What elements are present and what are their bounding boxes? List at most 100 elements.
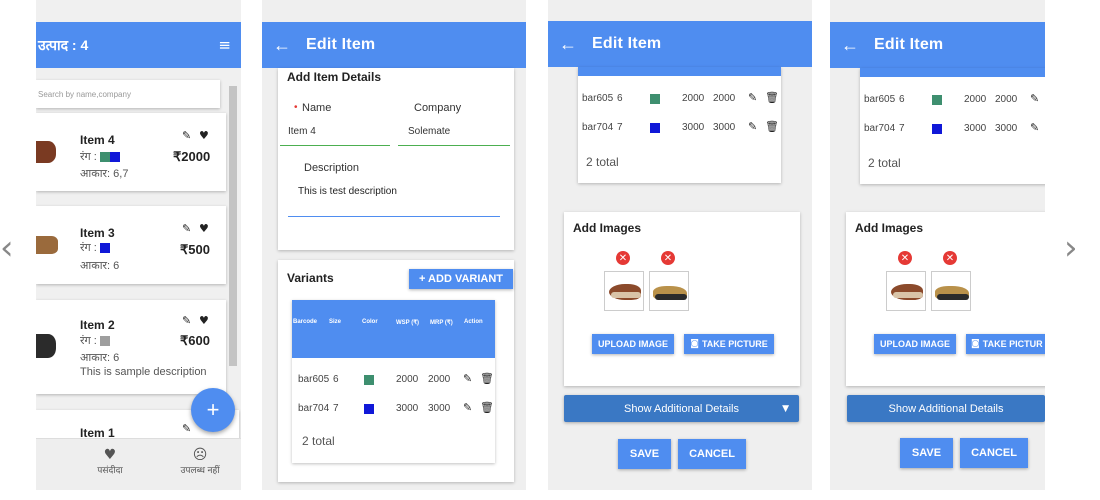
remove-image-icon[interactable]: ✕ bbox=[943, 251, 957, 265]
name-field[interactable]: Item 4 bbox=[288, 126, 316, 137]
item-price: ₹600 bbox=[180, 333, 210, 348]
carousel-next-icon[interactable]: › bbox=[1064, 228, 1078, 268]
item-colors: रंग : bbox=[80, 149, 120, 164]
search-box[interactable]: Search by name,company bbox=[36, 80, 220, 108]
variants-table: Barcode Size Color WSP (₹) MRP (₹) Actio… bbox=[292, 300, 495, 463]
edit-icon[interactable]: ✎ bbox=[463, 372, 472, 385]
list-item[interactable]: Item 2 रंग : आकार: 6 This is sample desc… bbox=[36, 300, 226, 394]
carousel-prev-icon[interactable]: ‹ bbox=[0, 228, 14, 268]
item-details-card: Add Item Details • Name Item 4 Company S… bbox=[278, 68, 514, 250]
cell-wsp: 2000 bbox=[682, 93, 705, 104]
add-images-card: Add Images ✕ ✕ UPLOAD IMAGE ◙ TAKE PICTUR… bbox=[564, 212, 800, 386]
add-images-title: Add Images bbox=[855, 221, 924, 235]
cell-mrp: 3000 bbox=[428, 403, 451, 414]
edit-icon[interactable]: ✎ bbox=[182, 222, 191, 235]
favorite-icon[interactable]: ♥ bbox=[199, 314, 209, 327]
header-mrp: MRP (₹) bbox=[430, 320, 453, 326]
delete-icon[interactable]: 🗑 bbox=[480, 372, 494, 385]
save-button[interactable]: SAVE bbox=[900, 438, 953, 468]
camera-icon: ◙ bbox=[690, 339, 699, 349]
company-field[interactable]: Solemate bbox=[408, 126, 450, 137]
cancel-button[interactable]: CANCEL bbox=[960, 438, 1028, 468]
variants-title: Variants bbox=[287, 271, 334, 285]
cancel-button[interactable]: CANCEL bbox=[678, 439, 746, 469]
camera-icon: ◙ bbox=[971, 339, 980, 349]
edit-icon[interactable]: ✎ bbox=[1030, 92, 1039, 105]
cell-wsp: 3000 bbox=[964, 123, 987, 134]
add-variant-button[interactable]: + ADD VARIANT bbox=[409, 269, 513, 289]
item-size: आकार: 6 bbox=[80, 260, 120, 272]
item-image bbox=[36, 141, 56, 163]
search-input[interactable]: Search by name,company bbox=[38, 90, 131, 99]
remove-image-icon[interactable]: ✕ bbox=[898, 251, 912, 265]
variants-card: Variants + ADD VARIANT Barcode Size Colo… bbox=[278, 260, 514, 482]
screen-edit-item-details: ← Edit Item Add Item Details • Name Item… bbox=[262, 0, 526, 490]
cell-color-swatch bbox=[650, 123, 660, 133]
list-item[interactable]: Item 3 रंग : आकार: 6 ✎ ♥ ₹500 bbox=[36, 206, 226, 284]
edit-appbar: ← Edit Item bbox=[548, 21, 812, 67]
cell-size: 6 bbox=[617, 93, 623, 104]
save-button[interactable]: SAVE bbox=[618, 439, 671, 469]
edit-icon[interactable]: ✎ bbox=[463, 401, 472, 414]
name-underline bbox=[280, 145, 390, 146]
take-picture-button[interactable]: ◙ TAKE PICTURE bbox=[684, 334, 774, 354]
table-row: bar704 7 3000 3000 ✎ 🗑 bbox=[578, 120, 781, 136]
variants-table: bar605 6 2000 2000 ✎ bar704 7 3000 3000 … bbox=[860, 68, 1045, 184]
favorite-icon[interactable]: ♥ bbox=[199, 222, 209, 235]
description-field[interactable]: This is test description bbox=[298, 186, 397, 197]
list-item[interactable]: Item 4 रंग : आकार: 6,7 ✎ ♥ ₹2000 bbox=[36, 113, 226, 191]
list-appbar: उत्पाद : 4 ≡ bbox=[36, 22, 241, 68]
header-size: Size bbox=[329, 319, 342, 325]
header-color: Color bbox=[362, 319, 378, 325]
show-additional-details-button[interactable]: Show Additional Details bbox=[847, 395, 1045, 422]
filter-icon[interactable]: ≡ bbox=[218, 36, 241, 54]
edit-title: Edit Item bbox=[306, 36, 376, 53]
add-item-fab[interactable]: + bbox=[191, 388, 235, 432]
cell-barcode: bar605 bbox=[864, 94, 896, 105]
upload-image-button[interactable]: UPLOAD IMAGE bbox=[592, 334, 674, 354]
item-size: आकार: 6 bbox=[80, 352, 120, 364]
edit-icon[interactable]: ✎ bbox=[748, 120, 757, 133]
delete-icon[interactable]: 🗑 bbox=[480, 401, 494, 414]
edit-icon[interactable]: ✎ bbox=[1030, 121, 1039, 134]
edit-icon[interactable]: ✎ bbox=[182, 129, 191, 142]
image-thumbnail[interactable] bbox=[931, 271, 971, 311]
delete-icon[interactable]: 🗑 bbox=[765, 91, 779, 104]
item-size: आकार: 6,7 bbox=[80, 168, 129, 180]
edit-icon[interactable]: ✎ bbox=[182, 314, 191, 327]
nav-unavailable-label: उपलब्ध नहीं bbox=[180, 465, 220, 475]
item-price: ₹2000 bbox=[173, 149, 211, 164]
image-thumbnail[interactable] bbox=[886, 271, 926, 311]
scrollbar[interactable] bbox=[229, 86, 237, 366]
edit-title: Edit Item bbox=[874, 36, 944, 53]
show-additional-details-button[interactable]: Show Additional Details ▼ bbox=[564, 395, 799, 422]
company-label: Company bbox=[414, 102, 462, 114]
cell-barcode: bar704 bbox=[864, 123, 896, 134]
image-thumbnail[interactable] bbox=[649, 271, 689, 311]
take-picture-button[interactable]: ◙ TAKE PICTUR bbox=[966, 334, 1045, 354]
back-arrow-icon[interactable]: ← bbox=[262, 35, 302, 56]
upload-image-button[interactable]: UPLOAD IMAGE bbox=[874, 334, 956, 354]
edit-icon[interactable]: ✎ bbox=[748, 91, 757, 104]
remove-image-icon[interactable]: ✕ bbox=[661, 251, 675, 265]
take-picture-label: TAKE PICTUR bbox=[982, 339, 1043, 349]
company-underline bbox=[398, 145, 510, 146]
delete-icon[interactable]: 🗑 bbox=[765, 120, 779, 133]
nav-unavailable[interactable]: ☹ उपलब्ध नहीं bbox=[170, 447, 230, 476]
favorite-icon[interactable]: ♥ bbox=[199, 129, 209, 142]
screen-edit-item-images: ← Edit Item bar605 6 2000 2000 ✎ 🗑 bar70… bbox=[548, 0, 812, 490]
cell-size: 7 bbox=[617, 122, 623, 133]
header-barcode: Barcode bbox=[293, 319, 318, 325]
back-arrow-icon[interactable]: ← bbox=[830, 35, 870, 56]
image-thumbnail[interactable] bbox=[604, 271, 644, 311]
back-arrow-icon[interactable]: ← bbox=[548, 34, 588, 55]
nav-favorites[interactable]: ♥ पसंदीदा bbox=[88, 447, 132, 476]
edit-icon[interactable]: ✎ bbox=[182, 422, 191, 435]
cell-wsp: 3000 bbox=[682, 122, 705, 133]
additional-details-label: Show Additional Details bbox=[624, 402, 739, 415]
cell-barcode: bar605 bbox=[582, 93, 614, 104]
remove-image-icon[interactable]: ✕ bbox=[616, 251, 630, 265]
list-title: उत्पाद : 4 bbox=[38, 36, 89, 53]
cell-color-swatch bbox=[364, 404, 374, 414]
name-label: Name bbox=[302, 102, 332, 114]
